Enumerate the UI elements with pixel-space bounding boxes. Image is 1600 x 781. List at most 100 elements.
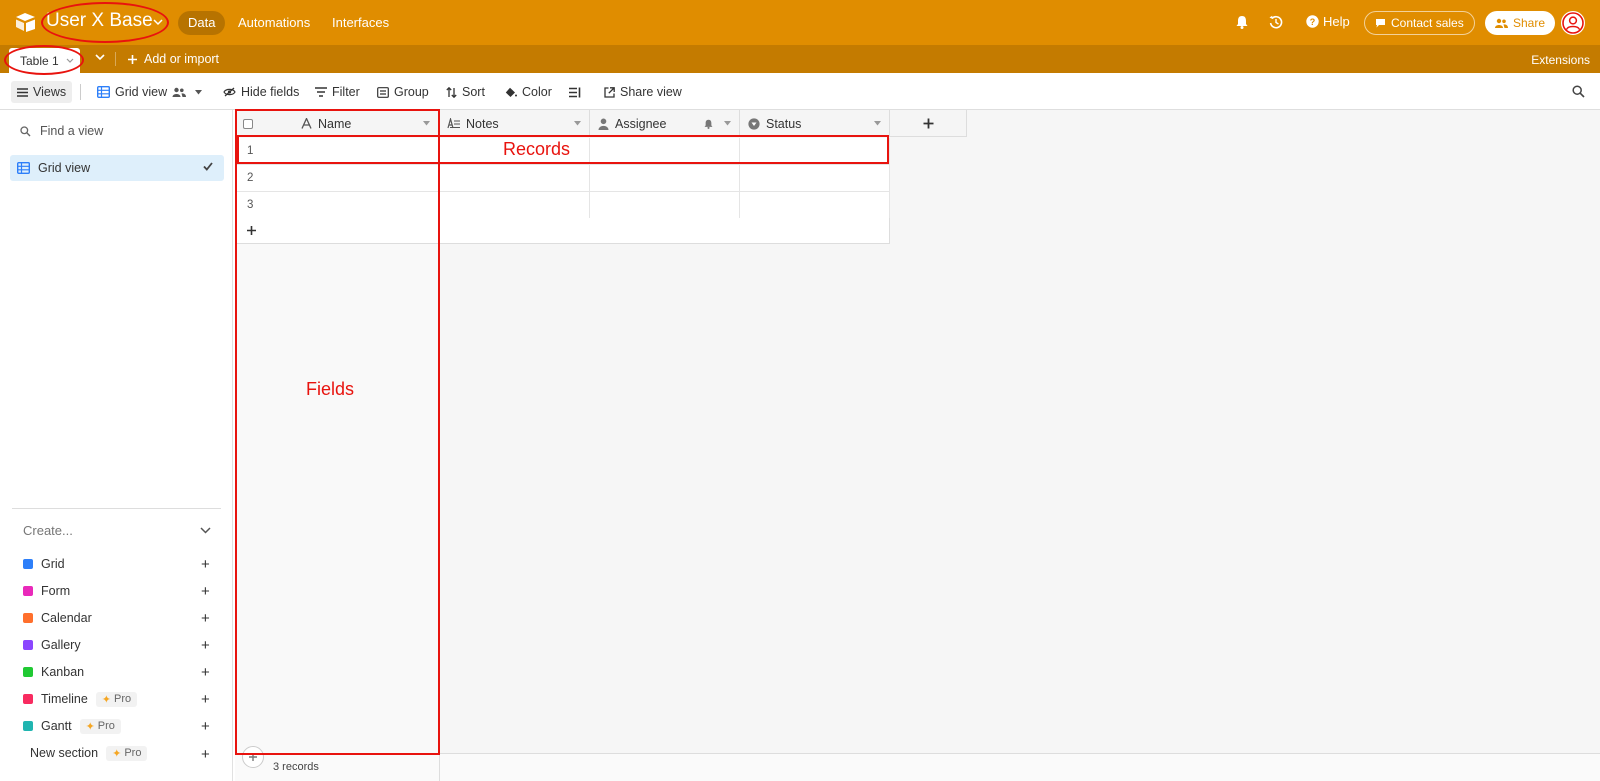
grid-view-switcher[interactable]: Grid view bbox=[97, 81, 203, 103]
create-calendar-item[interactable]: Calendar bbox=[23, 608, 92, 628]
kanban-view-icon bbox=[23, 667, 33, 677]
grid-view-label: Grid view bbox=[115, 85, 168, 99]
add-kanban-icon[interactable]: + bbox=[201, 665, 210, 680]
create-gantt-item[interactable]: Gantt ✦ Pro bbox=[23, 716, 121, 736]
sort-icon bbox=[446, 86, 457, 98]
add-or-import-label: Add or import bbox=[144, 52, 220, 66]
tab-interfaces[interactable]: Interfaces bbox=[322, 11, 399, 35]
column-header-status[interactable]: Status bbox=[740, 110, 890, 137]
search-icon bbox=[20, 125, 31, 136]
plus-icon bbox=[923, 118, 933, 129]
svg-text:?: ? bbox=[1310, 17, 1316, 27]
create-item-label: Gantt bbox=[41, 719, 72, 733]
share-button[interactable]: Share bbox=[1485, 11, 1556, 35]
contact-sales-label: Contact sales bbox=[1391, 16, 1464, 30]
create-item-label: Calendar bbox=[41, 611, 92, 625]
create-grid-item[interactable]: Grid bbox=[23, 554, 65, 574]
add-section-icon[interactable]: + bbox=[201, 747, 210, 762]
sidebar-item-label: Grid view bbox=[38, 161, 91, 175]
column-label: Status bbox=[766, 116, 802, 131]
caret-down-icon[interactable] bbox=[574, 121, 581, 126]
row-height-button[interactable] bbox=[569, 81, 581, 103]
filter-label: Filter bbox=[332, 85, 360, 99]
add-field-button[interactable] bbox=[890, 110, 967, 137]
airtable-logo-icon[interactable] bbox=[15, 12, 37, 32]
bell-icon[interactable] bbox=[1236, 15, 1248, 29]
pro-label: Pro bbox=[124, 747, 142, 759]
create-form-item[interactable]: Form bbox=[23, 581, 70, 601]
grid-view-icon bbox=[97, 86, 110, 98]
add-gallery-icon[interactable]: + bbox=[201, 638, 210, 653]
long-text-icon bbox=[447, 118, 460, 129]
views-button[interactable]: Views bbox=[11, 81, 73, 103]
add-timeline-icon[interactable]: + bbox=[201, 692, 210, 707]
caret-down-icon[interactable] bbox=[724, 121, 731, 126]
create-item-label: Gallery bbox=[41, 638, 81, 652]
create-section-label[interactable]: Create... bbox=[23, 523, 73, 538]
pro-badge: ✦ Pro bbox=[95, 691, 138, 707]
create-new-section-item[interactable]: New section ✦ Pro bbox=[30, 743, 148, 763]
pro-badge: ✦ Pro bbox=[106, 745, 148, 761]
add-form-icon[interactable]: + bbox=[201, 584, 210, 599]
all-tables-chevron-icon[interactable] bbox=[95, 54, 105, 61]
hide-fields-button[interactable]: Hide fields bbox=[223, 81, 299, 103]
column-header-assignee[interactable]: Assignee bbox=[590, 110, 740, 137]
timeline-view-icon bbox=[23, 694, 33, 704]
group-button[interactable]: Group bbox=[377, 81, 429, 103]
create-item-label: New section bbox=[30, 746, 99, 760]
find-view-input[interactable]: Find a view bbox=[20, 124, 103, 138]
status-icon bbox=[748, 117, 760, 130]
create-item-label: Form bbox=[41, 584, 71, 598]
assignee-cell[interactable] bbox=[590, 192, 740, 218]
annotation-fields-label: Fields bbox=[306, 379, 355, 399]
color-button[interactable]: Color bbox=[505, 81, 552, 103]
create-kanban-item[interactable]: Kanban bbox=[23, 662, 84, 682]
notes-cell[interactable] bbox=[439, 165, 590, 191]
add-grid-icon[interactable]: + bbox=[201, 557, 210, 572]
contact-sales-button[interactable]: Contact sales bbox=[1364, 11, 1475, 35]
check-icon bbox=[203, 162, 213, 171]
collaborators-icon bbox=[172, 87, 187, 97]
search-icon[interactable] bbox=[1572, 85, 1585, 98]
notes-cell[interactable] bbox=[439, 192, 590, 218]
status-cell[interactable] bbox=[740, 192, 890, 218]
help-button[interactable]: ? Help bbox=[1306, 14, 1350, 29]
annotation-box-fields bbox=[235, 109, 440, 755]
add-gantt-icon[interactable]: + bbox=[201, 719, 210, 734]
gantt-view-icon bbox=[23, 721, 33, 731]
divider bbox=[12, 508, 221, 509]
add-calendar-icon[interactable]: + bbox=[201, 611, 210, 626]
create-item-label: Kanban bbox=[41, 665, 85, 679]
color-label: Color bbox=[522, 85, 552, 99]
menu-icon bbox=[17, 87, 28, 97]
sort-button[interactable]: Sort bbox=[446, 81, 485, 103]
divider bbox=[80, 84, 81, 100]
gallery-view-icon bbox=[23, 640, 33, 650]
status-cell[interactable] bbox=[740, 165, 890, 191]
annotation-ellipse-base-title bbox=[41, 2, 169, 43]
share-view-button[interactable]: Share view bbox=[604, 81, 682, 103]
assignee-cell[interactable] bbox=[590, 165, 740, 191]
avatar[interactable] bbox=[1561, 11, 1585, 35]
caret-down-icon[interactable] bbox=[874, 121, 881, 126]
add-or-import-button[interactable]: Add or import bbox=[128, 52, 219, 66]
filter-button[interactable]: Filter bbox=[315, 81, 360, 103]
annotation-ellipse-table-tab bbox=[4, 45, 84, 75]
divider bbox=[115, 52, 116, 66]
sort-label: Sort bbox=[462, 85, 485, 99]
sparkle-icon: ✦ bbox=[85, 720, 95, 733]
sidebar-item-grid-view[interactable]: Grid view bbox=[10, 155, 224, 181]
extensions-button[interactable]: Extensions bbox=[1531, 53, 1590, 67]
create-gallery-item[interactable]: Gallery bbox=[23, 635, 81, 655]
pro-badge: ✦ Pro bbox=[79, 718, 121, 734]
paint-bucket-icon bbox=[505, 87, 517, 97]
group-label: Group bbox=[394, 85, 429, 99]
column-header-notes[interactable]: Notes bbox=[439, 110, 590, 137]
tab-data[interactable]: Data bbox=[178, 11, 226, 35]
create-timeline-item[interactable]: Timeline ✦ Pro bbox=[23, 689, 138, 709]
history-icon[interactable] bbox=[1269, 15, 1283, 29]
sparkle-icon: ✦ bbox=[112, 747, 122, 760]
tab-automations[interactable]: Automations bbox=[228, 11, 320, 35]
chevron-down-icon[interactable] bbox=[200, 527, 211, 534]
views-label: Views bbox=[33, 85, 67, 99]
